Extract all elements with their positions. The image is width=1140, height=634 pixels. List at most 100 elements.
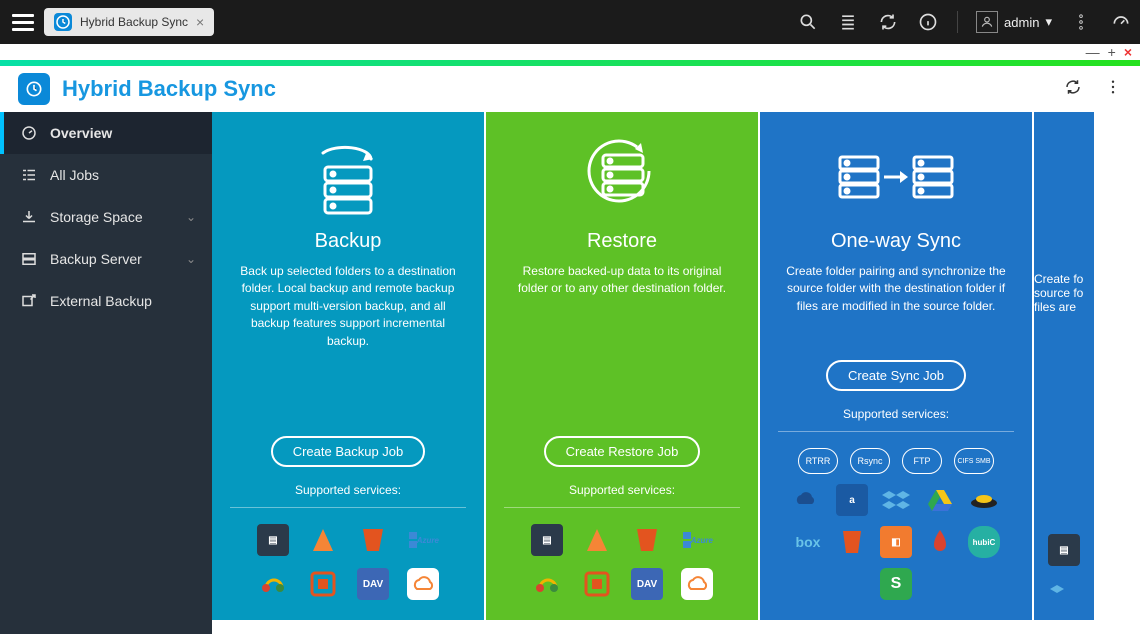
content-area[interactable]: Backup Back up selected folders to a des… [212,112,1140,634]
create-backup-job-button[interactable]: Create Backup Job [271,436,426,467]
more-icon[interactable] [1070,11,1092,33]
info-icon[interactable] [917,11,939,33]
chevron-down-icon: ⌄ [186,252,196,266]
sidebar-item-backupserver[interactable]: Backup Server ⌄ [0,238,212,280]
service-icons: ▤ Azure DAV [230,507,466,606]
card-backup: Backup Back up selected folders to a des… [212,112,484,620]
peek-line: Create fo [1034,272,1094,286]
peek-line: source fo [1034,286,1094,300]
backup-illustration-icon [303,132,393,222]
card-peek: Create fo source fo files are ▤ [1034,112,1094,620]
main: Overview All Jobs Storage Space ⌄ Backup… [0,112,1140,634]
supported-label: Supported services: [569,483,675,497]
gdrive-icon [924,484,956,516]
hubic-icon: hubiC [968,526,1000,558]
restore-illustration-icon [577,132,667,222]
cifs-pill: CIFS SMB [954,448,994,474]
download-icon [20,208,38,226]
window-controls: — + × [0,44,1140,60]
nas-icon: ▤ [531,524,563,556]
service-icons: RTRR Rsync FTP CIFS SMB a box ◧ hubiC S [778,431,1014,606]
sidebar-item-external[interactable]: External Backup [0,280,212,322]
clock-icon [54,13,72,31]
sync-illustration-icon [836,132,956,222]
service-icons: ▤ Azure DAV [504,507,740,606]
azure-icon: Azure [407,524,439,556]
card-title: Restore [587,230,657,253]
aws-icon [307,524,339,556]
dropbox-icon [880,484,912,516]
amazon-icon: a [836,484,868,516]
supported-label: Supported services: [295,483,401,497]
yandex-icon [968,484,1000,516]
openstack-icon [307,568,339,600]
divider [957,11,958,33]
nas-icon: ▤ [1048,534,1080,566]
peek-line: files are [1034,300,1094,314]
tab-close-icon[interactable]: × [196,14,204,30]
app-title: Hybrid Backup Sync [62,76,276,102]
cloud-icon [407,568,439,600]
card-desc: Create folder pairing and synchronize th… [778,263,1014,315]
backblaze-icon [924,526,956,558]
sidebar-item-overview[interactable]: Overview [0,112,212,154]
sidebar-label: Backup Server [50,251,142,267]
card-desc: Back up selected folders to a destinatio… [230,263,466,350]
close-button[interactable]: × [1124,44,1132,60]
app-refresh-icon[interactable] [1064,78,1082,101]
server-icon [20,250,38,268]
sidebar-label: Storage Space [50,209,143,225]
external-icon [20,292,38,310]
chevron-down-icon: ▾ [1045,14,1052,30]
gcloud-icon [257,568,289,600]
user-icon [976,11,998,33]
openstack-icon: ◧ [880,526,912,558]
app-tab[interactable]: Hybrid Backup Sync × [44,8,214,36]
card-title: One-way Sync [831,230,961,253]
user-menu[interactable]: admin ▾ [976,11,1052,33]
dav-icon: DAV [631,568,663,600]
onedrive-icon [792,484,824,516]
sharepoint-icon: S [880,568,912,600]
rtrr-pill: RTRR [798,448,838,474]
sidebar-item-alljobs[interactable]: All Jobs [0,154,212,196]
refresh-icon[interactable] [877,11,899,33]
card-desc: Restore backed-up data to its original f… [504,263,740,298]
os-bar: Hybrid Backup Sync × admin ▾ [0,0,1140,44]
sidebar-label: Overview [50,125,112,141]
card-restore: Restore Restore backed-up data to its or… [486,112,758,620]
dashboard-icon[interactable] [1110,11,1132,33]
nas-icon: ▤ [257,524,289,556]
s3-icon [631,524,663,556]
app-header: Hybrid Backup Sync [0,66,1140,112]
menu-icon[interactable] [8,7,38,37]
create-restore-job-button[interactable]: Create Restore Job [544,436,701,467]
box-icon: box [792,526,824,558]
aws-icon [581,524,613,556]
dav-icon: DAV [357,568,389,600]
cloud-icon [681,568,713,600]
app-more-icon[interactable] [1104,78,1122,101]
supported-label: Supported services: [843,407,949,421]
tasks-icon[interactable] [837,11,859,33]
sidebar-item-storage[interactable]: Storage Space ⌄ [0,196,212,238]
gauge-icon [20,124,38,142]
list-icon [20,166,38,184]
sidebar: Overview All Jobs Storage Space ⌄ Backup… [0,112,212,634]
s3-icon [357,524,389,556]
chevron-down-icon: ⌄ [186,210,196,224]
azure-icon: Azure [681,524,713,556]
rsync-pill: Rsync [850,448,890,474]
minimize-button[interactable]: — [1086,44,1100,60]
sidebar-label: External Backup [50,293,152,309]
sidebar-label: All Jobs [50,167,99,183]
maximize-button[interactable]: + [1108,44,1116,60]
gcloud-icon [531,568,563,600]
search-icon[interactable] [797,11,819,33]
create-sync-job-button[interactable]: Create Sync Job [826,360,966,391]
app-icon [18,73,50,105]
osbar-right: admin ▾ [797,11,1132,33]
card-title: Backup [315,230,382,253]
openstack-icon [581,568,613,600]
user-name: admin [1004,15,1039,30]
